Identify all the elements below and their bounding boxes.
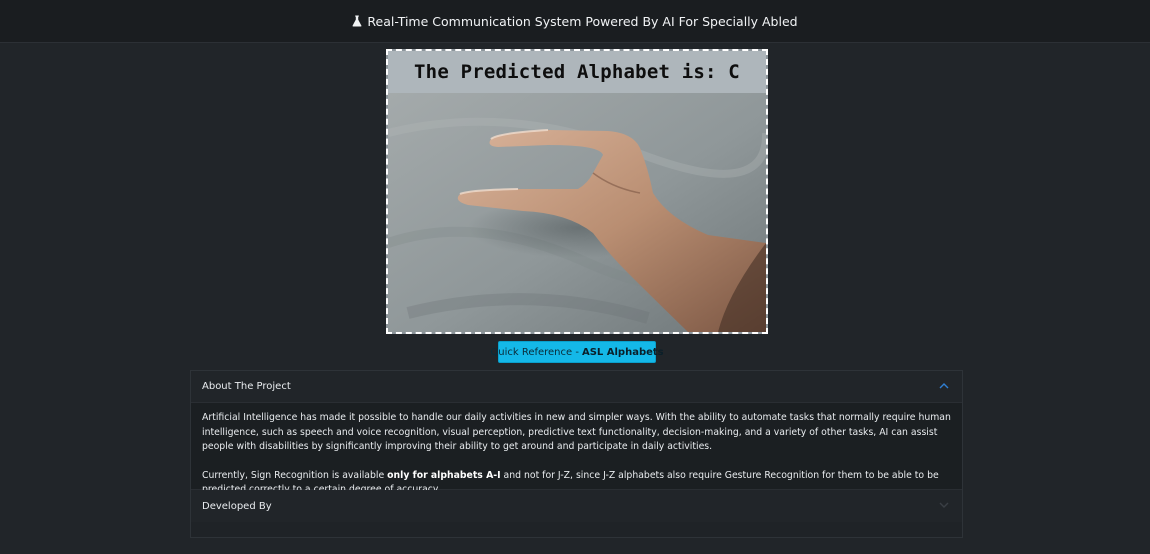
- accordion-title-about: About The Project: [202, 381, 291, 392]
- chevron-down-icon[interactable]: [938, 499, 950, 511]
- quick-reference-button[interactable]: Quick Reference - ASL Alphabets: [490, 341, 664, 363]
- about-paragraph-2-bold: only for alphabets A-I: [387, 469, 501, 481]
- flask-icon: [352, 15, 362, 27]
- accordion-header-about[interactable]: About The Project: [191, 371, 962, 402]
- about-paragraph-2-start: Currently, Sign Recognition is available: [202, 469, 388, 481]
- prediction-banner: The Predicted Alphabet is: C: [388, 51, 766, 93]
- about-paragraph-1: Artificial Intelligence has made it poss…: [202, 412, 951, 452]
- navbar: Real-Time Communication System Powered B…: [0, 0, 1150, 43]
- navbar-title: Real-Time Communication System Powered B…: [367, 13, 798, 29]
- chevron-up-icon[interactable]: [938, 380, 950, 392]
- hand-sign-image: [388, 93, 766, 332]
- webcam-feed: The Predicted Alphabet is: C: [386, 49, 768, 334]
- accordion-body-about: Artificial Intelligence has made it poss…: [191, 402, 962, 495]
- quick-reference-label-bold: ASL Alphabets: [581, 346, 664, 358]
- accordion-title-developed-by: Developed By: [202, 500, 272, 512]
- accordion-header-developed-by[interactable]: Developed By: [191, 490, 962, 522]
- quick-reference-label-prefix: Quick Reference -: [490, 346, 579, 358]
- app-page: Real-Time Communication System Powered B…: [0, 0, 1150, 554]
- project-accordion: About The Project Artificial Intelligenc…: [190, 370, 963, 538]
